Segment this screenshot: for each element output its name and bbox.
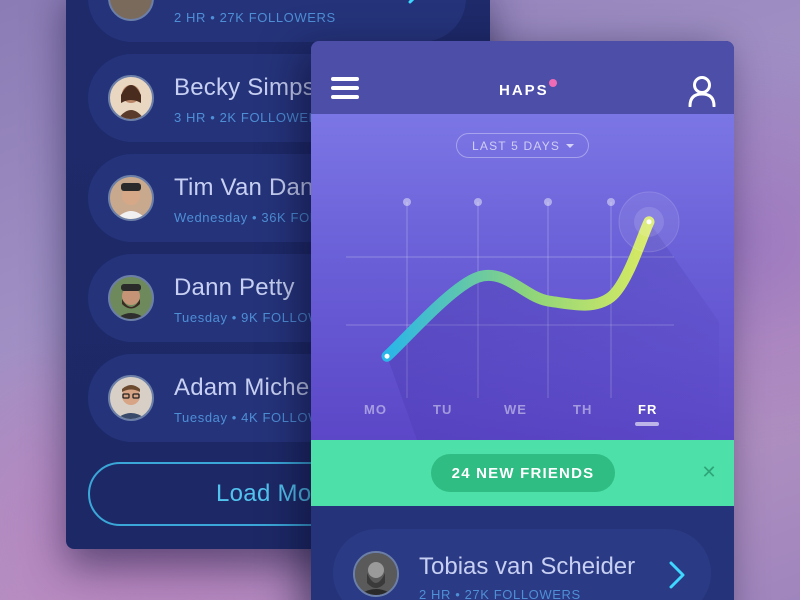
haps-app-screen: HAPS LAST 5 DAYS MO TU WE TH FR 24 NEW F… [311,41,734,600]
selected-day-indicator [635,422,659,426]
grid-marker [544,198,552,206]
user-name: Becky Simps [174,74,315,101]
new-friends-button[interactable]: 24 NEW FRIENDS [431,454,615,492]
avatar [108,75,154,121]
user-meta: Tuesday • 9K FOLLOW [174,310,321,325]
line-chart [346,191,719,440]
user-name: Tobias van Scheider [419,553,636,580]
app-header: HAPS [311,41,734,114]
activity-chart: LAST 5 DAYS MO TU WE TH FR [311,114,734,440]
load-more-label: Load Mo [216,480,312,507]
avatar [108,175,154,221]
grid-marker [403,198,411,206]
day-tab-fr[interactable]: FR [638,402,657,417]
user-name: Adam Miche [174,374,310,401]
chevron-right-icon[interactable] [669,561,685,589]
day-tab-tu[interactable]: TU [433,402,452,417]
avatar [108,375,154,421]
list-item[interactable]: 2 HR • 27K FOLLOWERS [88,0,466,42]
new-friends-banner: 24 NEW FRIENDS ✕ [311,440,734,506]
list-item[interactable]: Tobias van Scheider 2 HR • 27K FOLLOWERS [333,529,711,600]
chevron-right-icon[interactable] [408,0,438,16]
avatar [108,0,154,21]
user-name: Dann Petty [174,274,295,301]
notification-dot [549,79,557,87]
data-point-selected [646,219,652,225]
avatar [353,551,399,597]
grid-marker [607,198,615,206]
new-friends-label: 24 NEW FRIENDS [451,465,595,482]
user-meta: 3 HR • 2K FOLLOWER [174,110,319,125]
day-tab-mo[interactable]: MO [364,402,387,417]
day-tab-we[interactable]: WE [504,402,527,417]
app-title: HAPS [499,82,549,99]
grid-marker [474,198,482,206]
close-icon[interactable]: ✕ [699,462,719,482]
user-meta: 2 HR • 27K FOLLOWERS [174,10,336,25]
user-name: Tim Van Dan [174,174,314,201]
day-tab-th[interactable]: TH [573,402,592,417]
avatar [108,275,154,321]
user-meta: 2 HR • 27K FOLLOWERS [419,587,581,600]
data-point [384,353,390,359]
user-icon[interactable] [687,75,717,108]
hamburger-menu-icon[interactable] [331,77,359,101]
user-meta: Tuesday • 4K FOLLOW [174,410,321,425]
